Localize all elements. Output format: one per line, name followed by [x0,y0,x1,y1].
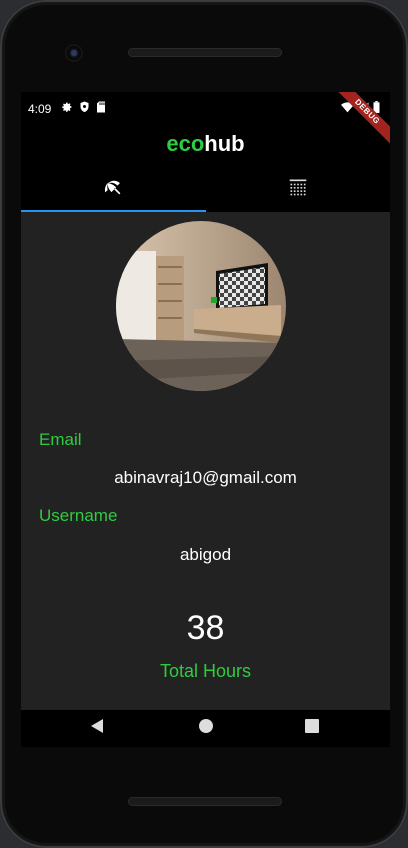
bottom-speaker [128,797,282,806]
avatar[interactable] [116,221,286,391]
phone-frame: 4:09 DEBUG ecohub Email abinavraj10@gmai… [0,0,408,848]
sd-card-icon [96,101,106,116]
status-time: 4:09 [28,102,52,116]
beach-umbrella-icon [103,177,123,202]
total-hours-value: 38 [186,609,225,647]
navigation-bar [21,710,390,747]
profile-content: Email abinavraj10@gmail.com Username abi… [21,212,390,710]
settings-icon [61,101,73,116]
total-hours-label: Total Hours [159,661,252,681]
recents-icon[interactable] [304,718,320,739]
app-bar: ecohub [21,124,390,166]
tab-calendar[interactable] [206,166,391,212]
front-camera [67,46,81,60]
back-icon[interactable] [89,718,105,739]
grid-calendar-icon [288,177,308,202]
email-label: Email [39,430,82,449]
username-value: abigod [179,545,232,564]
app-title: ecohub [166,131,245,156]
tab-bar [21,166,390,212]
email-value: abinavraj10@gmail.com [114,468,297,487]
home-icon[interactable] [198,718,214,739]
top-speaker [128,48,282,57]
screen: 4:09 DEBUG ecohub Email abinavraj10@gmai… [21,92,390,747]
tab-profile[interactable] [21,166,206,212]
status-bar: 4:09 DEBUG [21,92,390,149]
shield-icon [79,101,90,116]
username-label: Username [39,506,118,525]
